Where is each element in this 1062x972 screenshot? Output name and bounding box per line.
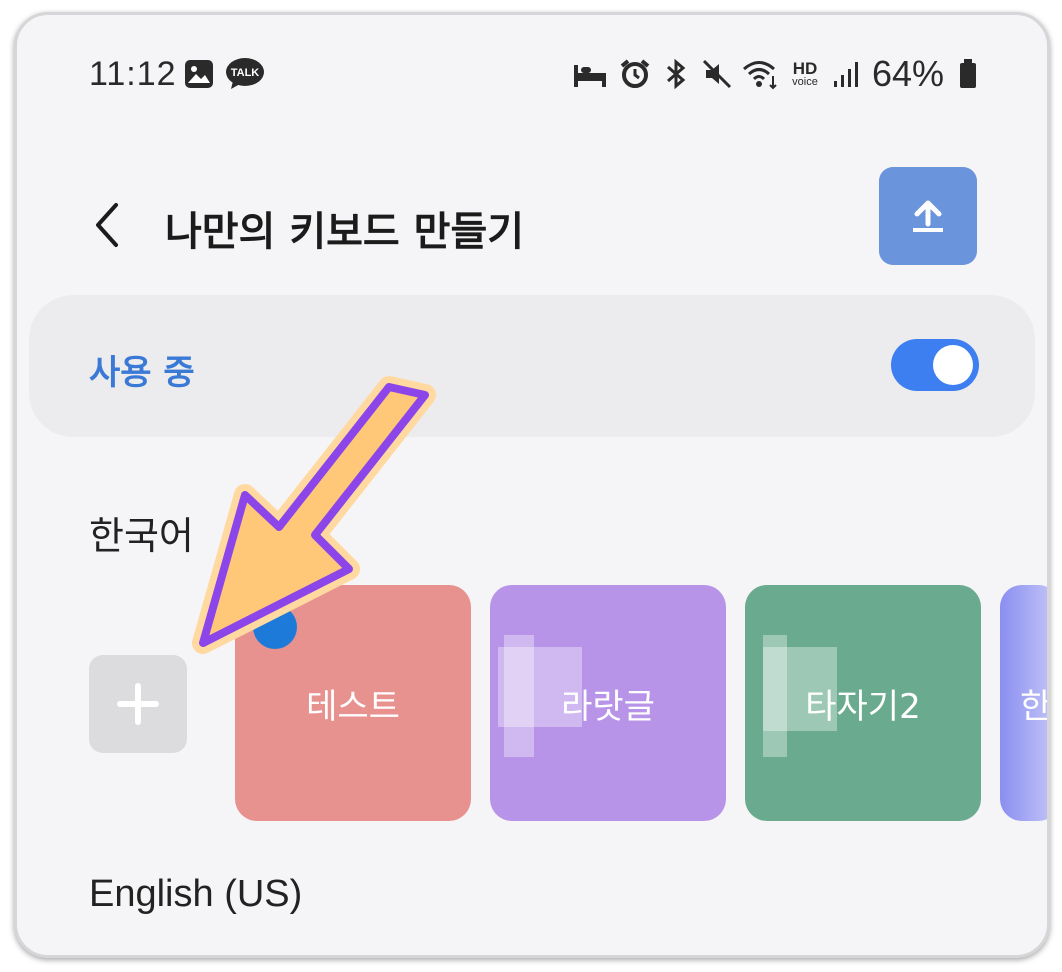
blurred-region [763, 635, 787, 757]
keyboard-card[interactable]: 타자기2 [745, 585, 981, 821]
app-header: 나만의 키보드 만들기 [17, 165, 1047, 275]
in-use-card: 사용 중 [29, 295, 1035, 437]
hd-voice-icon: HD voice [788, 57, 822, 91]
selected-indicator [253, 605, 297, 649]
back-button[interactable] [77, 195, 137, 255]
status-bar: 11:12 TALK HD voice 64% [17, 15, 1047, 125]
page-title: 나만의 키보드 만들기 [165, 209, 525, 255]
upload-button[interactable] [879, 167, 977, 265]
hd-voice-bottom: voice [792, 76, 818, 88]
status-time: 11:12 [89, 55, 177, 93]
keyboard-card[interactable]: 라랏글 [490, 585, 726, 821]
battery-icon [957, 57, 979, 91]
keyboard-card[interactable]: 한 [1000, 585, 1050, 821]
phone-screen: 11:12 TALK HD voice 64% 나만의 키보드 만들기 사용 중… [14, 12, 1050, 958]
chevron-left-icon [96, 203, 118, 247]
bluetooth-icon [662, 57, 690, 91]
in-use-toggle[interactable] [891, 339, 979, 391]
alarm-icon [618, 57, 652, 91]
keyboard-card[interactable]: 테스트 [235, 585, 471, 821]
talk-badge-text: TALK [231, 67, 260, 79]
sleep-mode-icon [572, 57, 608, 91]
section-title-korean: 한국어 [89, 514, 194, 558]
keyboard-card-label: 테스트 [306, 687, 400, 727]
in-use-label: 사용 중 [89, 353, 195, 393]
blurred-region [504, 635, 534, 757]
plus-icon [117, 683, 159, 725]
signal-icon [831, 57, 861, 91]
keyboard-card-label: 한 [1020, 687, 1050, 727]
wifi-icon [742, 57, 780, 91]
hd-voice-top: HD [792, 59, 818, 78]
section-title-english: English (US) [89, 873, 303, 915]
toggle-knob [933, 345, 973, 385]
gallery-icon [183, 57, 215, 91]
battery-percent: 64% [872, 53, 945, 94]
add-keyboard-button[interactable] [89, 655, 187, 753]
talk-icon: TALK [225, 57, 265, 91]
mute-icon [701, 57, 733, 91]
upload-icon [913, 200, 943, 232]
